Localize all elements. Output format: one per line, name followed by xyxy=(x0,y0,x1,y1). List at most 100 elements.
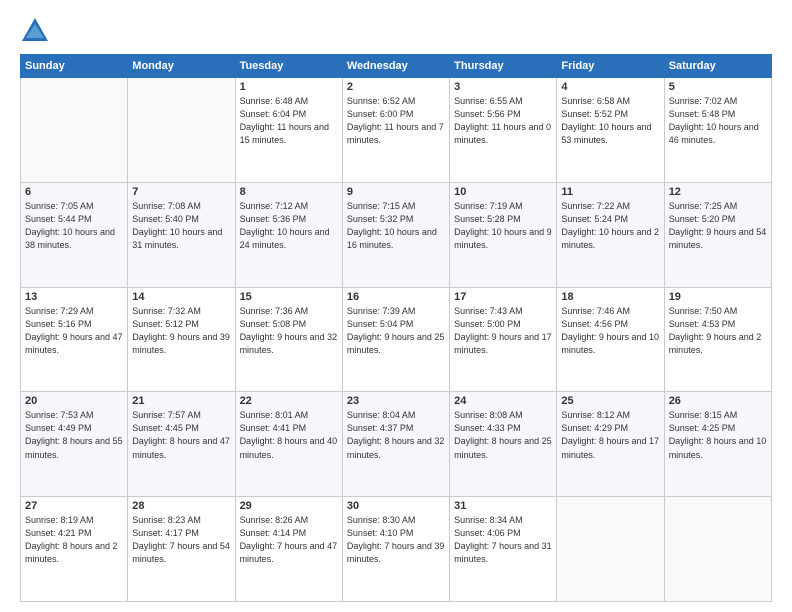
day-number: 26 xyxy=(669,395,767,407)
day-number: 8 xyxy=(240,186,338,198)
cell-content: Sunrise: 6:48 AM Sunset: 6:04 PM Dayligh… xyxy=(240,95,338,147)
day-number: 2 xyxy=(347,81,445,93)
cell-content: Sunrise: 7:22 AM Sunset: 5:24 PM Dayligh… xyxy=(561,200,659,252)
weekday-header-saturday: Saturday xyxy=(664,55,771,78)
day-number: 24 xyxy=(454,395,552,407)
day-number: 22 xyxy=(240,395,338,407)
week-row-3: 13 Sunrise: 7:29 AM Sunset: 5:16 PM Dayli… xyxy=(21,287,772,392)
cell-content: Sunrise: 7:25 AM Sunset: 5:20 PM Dayligh… xyxy=(669,200,767,252)
day-number: 3 xyxy=(454,81,552,93)
calendar-cell: 1 Sunrise: 6:48 AM Sunset: 6:04 PM Daylig… xyxy=(235,78,342,183)
calendar-cell: 23 Sunrise: 8:04 AM Sunset: 4:37 PM Dayli… xyxy=(342,392,449,497)
cell-content: Sunrise: 7:05 AM Sunset: 5:44 PM Dayligh… xyxy=(25,200,123,252)
calendar-cell: 14 Sunrise: 7:32 AM Sunset: 5:12 PM Dayli… xyxy=(128,287,235,392)
weekday-header-monday: Monday xyxy=(128,55,235,78)
cell-content: Sunrise: 8:08 AM Sunset: 4:33 PM Dayligh… xyxy=(454,409,552,461)
calendar-cell: 13 Sunrise: 7:29 AM Sunset: 5:16 PM Dayli… xyxy=(21,287,128,392)
day-number: 29 xyxy=(240,500,338,512)
day-number: 5 xyxy=(669,81,767,93)
calendar-cell xyxy=(664,497,771,602)
day-number: 31 xyxy=(454,500,552,512)
calendar-cell: 31Sunrise: 8:34 AM Sunset: 4:06 PM Dayli… xyxy=(450,497,557,602)
day-number: 18 xyxy=(561,291,659,303)
weekday-header-wednesday: Wednesday xyxy=(342,55,449,78)
calendar-cell: 2Sunrise: 6:52 AM Sunset: 6:00 PM Daylig… xyxy=(342,78,449,183)
calendar-cell: 18Sunrise: 7:46 AM Sunset: 4:56 PM Dayli… xyxy=(557,287,664,392)
cell-content: Sunrise: 7:57 AM Sunset: 4:45 PM Dayligh… xyxy=(132,409,230,461)
day-number: 17 xyxy=(454,291,552,303)
day-number: 12 xyxy=(669,186,767,198)
cell-content: Sunrise: 7:02 AM Sunset: 5:48 PM Dayligh… xyxy=(669,95,767,147)
cell-content: Sunrise: 8:30 AM Sunset: 4:10 PM Dayligh… xyxy=(347,514,445,566)
day-number: 13 xyxy=(25,291,123,303)
day-number: 27 xyxy=(25,500,123,512)
day-number: 16 xyxy=(347,291,445,303)
weekday-header-friday: Friday xyxy=(557,55,664,78)
day-number: 14 xyxy=(132,291,230,303)
day-number: 30 xyxy=(347,500,445,512)
cell-content: Sunrise: 8:23 AM Sunset: 4:17 PM Dayligh… xyxy=(132,514,230,566)
cell-content: Sunrise: 7:50 AM Sunset: 4:53 PM Dayligh… xyxy=(669,305,767,357)
cell-content: Sunrise: 7:19 AM Sunset: 5:28 PM Dayligh… xyxy=(454,200,552,252)
calendar-cell: 26 Sunrise: 8:15 AM Sunset: 4:25 PM Dayli… xyxy=(664,392,771,497)
cell-content: Sunrise: 7:15 AM Sunset: 5:32 PM Dayligh… xyxy=(347,200,445,252)
cell-content: Sunrise: 6:55 AM Sunset: 5:56 PM Dayligh… xyxy=(454,95,552,147)
cell-content: Sunrise: 7:32 AM Sunset: 5:12 PM Dayligh… xyxy=(132,305,230,357)
calendar: SundayMondayTuesdayWednesdayThursdayFrid… xyxy=(20,54,772,602)
calendar-cell: 15Sunrise: 7:36 AM Sunset: 5:08 PM Dayli… xyxy=(235,287,342,392)
cell-content: Sunrise: 7:29 AM Sunset: 5:16 PM Dayligh… xyxy=(25,305,123,357)
cell-content: Sunrise: 8:19 AM Sunset: 4:21 PM Dayligh… xyxy=(25,514,123,566)
calendar-cell xyxy=(557,497,664,602)
cell-content: Sunrise: 7:53 AM Sunset: 4:49 PM Dayligh… xyxy=(25,409,123,461)
header xyxy=(20,16,772,46)
calendar-cell: 7 Sunrise: 7:08 AM Sunset: 5:40 PM Daylig… xyxy=(128,182,235,287)
day-number: 10 xyxy=(454,186,552,198)
calendar-cell: 19Sunrise: 7:50 AM Sunset: 4:53 PM Dayli… xyxy=(664,287,771,392)
day-number: 6 xyxy=(25,186,123,198)
calendar-cell: 10 Sunrise: 7:19 AM Sunset: 5:28 PM Dayli… xyxy=(450,182,557,287)
logo-icon xyxy=(20,16,50,46)
logo xyxy=(20,16,54,46)
week-row-5: 27 Sunrise: 8:19 AM Sunset: 4:21 PM Dayli… xyxy=(21,497,772,602)
cell-content: Sunrise: 8:04 AM Sunset: 4:37 PM Dayligh… xyxy=(347,409,445,461)
cell-content: Sunrise: 7:43 AM Sunset: 5:00 PM Dayligh… xyxy=(454,305,552,357)
day-number: 7 xyxy=(132,186,230,198)
week-row-2: 6 Sunrise: 7:05 AM Sunset: 5:44 PM Daylig… xyxy=(21,182,772,287)
cell-content: Sunrise: 8:01 AM Sunset: 4:41 PM Dayligh… xyxy=(240,409,338,461)
day-number: 21 xyxy=(132,395,230,407)
week-row-4: 20 Sunrise: 7:53 AM Sunset: 4:49 PM Dayli… xyxy=(21,392,772,497)
calendar-cell: 21 Sunrise: 7:57 AM Sunset: 4:45 PM Dayli… xyxy=(128,392,235,497)
calendar-cell: 29 Sunrise: 8:26 AM Sunset: 4:14 PM Dayli… xyxy=(235,497,342,602)
calendar-cell: 22 Sunrise: 8:01 AM Sunset: 4:41 PM Dayli… xyxy=(235,392,342,497)
calendar-cell: 20 Sunrise: 7:53 AM Sunset: 4:49 PM Dayli… xyxy=(21,392,128,497)
cell-content: Sunrise: 8:12 AM Sunset: 4:29 PM Dayligh… xyxy=(561,409,659,461)
calendar-cell: 3 Sunrise: 6:55 AM Sunset: 5:56 PM Daylig… xyxy=(450,78,557,183)
calendar-cell: 5 Sunrise: 7:02 AM Sunset: 5:48 PM Daylig… xyxy=(664,78,771,183)
day-number: 25 xyxy=(561,395,659,407)
day-number: 23 xyxy=(347,395,445,407)
cell-content: Sunrise: 8:15 AM Sunset: 4:25 PM Dayligh… xyxy=(669,409,767,461)
day-number: 1 xyxy=(240,81,338,93)
calendar-cell: 9Sunrise: 7:15 AM Sunset: 5:32 PM Daylig… xyxy=(342,182,449,287)
weekday-header-row: SundayMondayTuesdayWednesdayThursdayFrid… xyxy=(21,55,772,78)
calendar-cell: 17 Sunrise: 7:43 AM Sunset: 5:00 PM Dayli… xyxy=(450,287,557,392)
day-number: 11 xyxy=(561,186,659,198)
cell-content: Sunrise: 7:36 AM Sunset: 5:08 PM Dayligh… xyxy=(240,305,338,357)
calendar-cell: 16 Sunrise: 7:39 AM Sunset: 5:04 PM Dayli… xyxy=(342,287,449,392)
day-number: 28 xyxy=(132,500,230,512)
day-number: 4 xyxy=(561,81,659,93)
week-row-1: 1 Sunrise: 6:48 AM Sunset: 6:04 PM Daylig… xyxy=(21,78,772,183)
calendar-cell: 24 Sunrise: 8:08 AM Sunset: 4:33 PM Dayli… xyxy=(450,392,557,497)
calendar-cell: 6 Sunrise: 7:05 AM Sunset: 5:44 PM Daylig… xyxy=(21,182,128,287)
calendar-cell xyxy=(21,78,128,183)
cell-content: Sunrise: 6:58 AM Sunset: 5:52 PM Dayligh… xyxy=(561,95,659,147)
cell-content: Sunrise: 7:39 AM Sunset: 5:04 PM Dayligh… xyxy=(347,305,445,357)
calendar-cell: 11 Sunrise: 7:22 AM Sunset: 5:24 PM Dayli… xyxy=(557,182,664,287)
calendar-cell: 25 Sunrise: 8:12 AM Sunset: 4:29 PM Dayli… xyxy=(557,392,664,497)
cell-content: Sunrise: 7:12 AM Sunset: 5:36 PM Dayligh… xyxy=(240,200,338,252)
day-number: 20 xyxy=(25,395,123,407)
calendar-cell: 30 Sunrise: 8:30 AM Sunset: 4:10 PM Dayli… xyxy=(342,497,449,602)
cell-content: Sunrise: 8:26 AM Sunset: 4:14 PM Dayligh… xyxy=(240,514,338,566)
weekday-header-sunday: Sunday xyxy=(21,55,128,78)
cell-content: Sunrise: 7:08 AM Sunset: 5:40 PM Dayligh… xyxy=(132,200,230,252)
